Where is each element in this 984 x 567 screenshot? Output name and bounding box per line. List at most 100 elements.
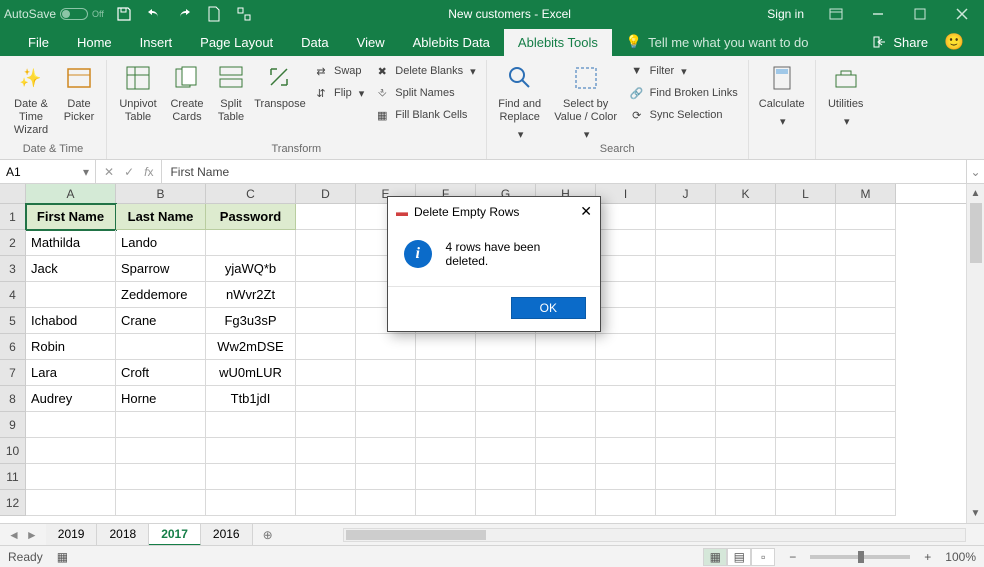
cell[interactable]: Zeddemore: [116, 282, 206, 308]
column-header[interactable]: A: [26, 184, 116, 203]
cell[interactable]: [776, 204, 836, 230]
sheet-tab[interactable]: 2017: [149, 524, 201, 546]
zoom-in-button[interactable]: +: [920, 550, 935, 564]
tab-file[interactable]: File: [14, 29, 63, 56]
cell[interactable]: [116, 412, 206, 438]
cell[interactable]: [296, 412, 356, 438]
cell[interactable]: Sparrow: [116, 256, 206, 282]
cell[interactable]: [356, 386, 416, 412]
swap-button[interactable]: ⇄Swap: [309, 60, 368, 82]
cell[interactable]: [116, 334, 206, 360]
column-header[interactable]: J: [656, 184, 716, 203]
cell[interactable]: Lando: [116, 230, 206, 256]
close-icon[interactable]: ✕: [580, 203, 592, 220]
sheet-tab[interactable]: 2019: [46, 524, 98, 546]
cell[interactable]: [476, 490, 536, 516]
cell[interactable]: [26, 282, 116, 308]
scroll-up-icon[interactable]: ▲: [971, 188, 981, 199]
cell[interactable]: [776, 386, 836, 412]
cell[interactable]: [476, 386, 536, 412]
row-header[interactable]: 7: [0, 360, 26, 386]
touch-mode-icon[interactable]: [236, 6, 252, 22]
cell[interactable]: [356, 412, 416, 438]
scroll-thumb[interactable]: [346, 530, 486, 540]
cell[interactable]: [476, 464, 536, 490]
cancel-formula-icon[interactable]: ✕: [104, 165, 114, 179]
cell[interactable]: [656, 334, 716, 360]
cell[interactable]: [536, 412, 596, 438]
cell[interactable]: Lara: [26, 360, 116, 386]
cell[interactable]: [596, 464, 656, 490]
row-header[interactable]: 5: [0, 308, 26, 334]
zoom-slider[interactable]: [810, 555, 910, 559]
cell[interactable]: [656, 490, 716, 516]
cell[interactable]: [356, 360, 416, 386]
cell[interactable]: [536, 386, 596, 412]
column-header[interactable]: D: [296, 184, 356, 203]
close-button[interactable]: [944, 0, 980, 28]
cell[interactable]: [416, 464, 476, 490]
cell[interactable]: [476, 334, 536, 360]
cell[interactable]: [716, 386, 776, 412]
row-header[interactable]: 1: [0, 204, 26, 230]
cell[interactable]: Ttb1jdI: [206, 386, 296, 412]
fx-icon[interactable]: fx: [144, 165, 153, 179]
flip-button[interactable]: ⇵Flip▾: [309, 82, 368, 104]
cell[interactable]: [836, 282, 896, 308]
cell[interactable]: [296, 438, 356, 464]
cell[interactable]: [716, 308, 776, 334]
cell[interactable]: [476, 412, 536, 438]
cell[interactable]: [416, 334, 476, 360]
zoom-level[interactable]: 100%: [945, 550, 976, 564]
cell[interactable]: [656, 282, 716, 308]
ribbon-display-options-icon[interactable]: [818, 0, 854, 28]
cell[interactable]: [656, 464, 716, 490]
cell[interactable]: [296, 230, 356, 256]
cell[interactable]: [596, 282, 656, 308]
cell[interactable]: [836, 490, 896, 516]
cell[interactable]: [656, 360, 716, 386]
cell[interactable]: [716, 230, 776, 256]
cell[interactable]: Jack: [26, 256, 116, 282]
cell[interactable]: Robin: [26, 334, 116, 360]
cell[interactable]: [356, 490, 416, 516]
add-sheet-button[interactable]: ⊕: [253, 525, 283, 545]
sheet-tab[interactable]: 2016: [201, 524, 253, 546]
split-table-button[interactable]: Split Table: [211, 60, 251, 124]
cell[interactable]: First Name: [26, 204, 116, 230]
cell[interactable]: [596, 386, 656, 412]
row-header[interactable]: 3: [0, 256, 26, 282]
scroll-thumb[interactable]: [970, 203, 982, 263]
cell[interactable]: [836, 230, 896, 256]
cell[interactable]: [656, 230, 716, 256]
cell[interactable]: [416, 438, 476, 464]
cell[interactable]: [716, 490, 776, 516]
cell[interactable]: [836, 386, 896, 412]
cell[interactable]: [836, 438, 896, 464]
formula-input[interactable]: First Name: [162, 160, 966, 183]
date-picker-button[interactable]: Date Picker: [58, 60, 100, 124]
cell[interactable]: [776, 438, 836, 464]
row-header[interactable]: 9: [0, 412, 26, 438]
tab-ablebits-tools[interactable]: Ablebits Tools: [504, 29, 612, 56]
minimize-button[interactable]: [860, 0, 896, 28]
cell[interactable]: [656, 386, 716, 412]
cell[interactable]: Crane: [116, 308, 206, 334]
save-icon[interactable]: [116, 6, 132, 22]
column-header[interactable]: I: [596, 184, 656, 203]
sync-selection-button[interactable]: ⟳Sync Selection: [625, 104, 742, 126]
cell[interactable]: nWvr2Zt: [206, 282, 296, 308]
maximize-button[interactable]: [902, 0, 938, 28]
cell[interactable]: [776, 230, 836, 256]
cell[interactable]: [206, 490, 296, 516]
cell[interactable]: [776, 464, 836, 490]
cell[interactable]: [206, 412, 296, 438]
page-break-view-button[interactable]: ▫: [751, 548, 775, 566]
date-time-wizard-button[interactable]: ✨ Date & Time Wizard: [6, 60, 56, 137]
zoom-out-button[interactable]: −: [785, 550, 800, 564]
tell-me-search[interactable]: 💡 Tell me what you want to do: [612, 28, 823, 56]
cell[interactable]: [296, 360, 356, 386]
cell[interactable]: [416, 490, 476, 516]
cell[interactable]: [656, 256, 716, 282]
page-layout-view-button[interactable]: ▤: [727, 548, 751, 566]
